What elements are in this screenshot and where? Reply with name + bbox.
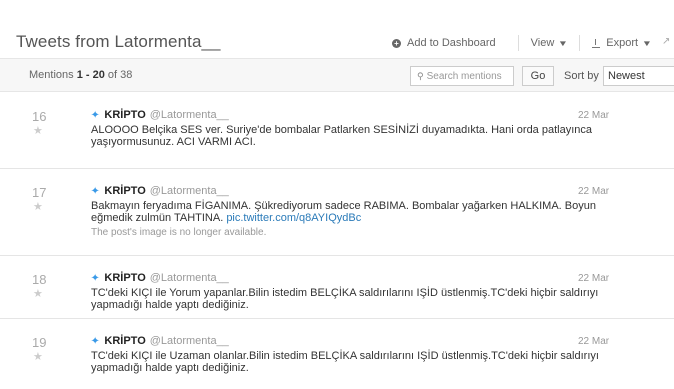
expand-icon[interactable]: ↗ bbox=[662, 36, 670, 47]
mentions-range: 1 - 20 bbox=[76, 69, 105, 81]
list-item: 18 ★ ✦ KRİPTO @Latormenta__ 22 Mar TC'de… bbox=[0, 256, 674, 319]
mentions-count: Mentions 1 - 20 of 38 bbox=[29, 69, 132, 81]
author-handle[interactable]: @Latormenta__ bbox=[150, 185, 229, 197]
author-handle[interactable]: @Latormenta__ bbox=[150, 335, 229, 347]
media-link[interactable]: pic.twitter.com/q8AYIQydBc bbox=[226, 212, 361, 224]
mention-header: ✦ KRİPTO @Latormenta__ bbox=[90, 272, 229, 284]
add-to-dashboard-button[interactable]: + Add to Dashboard bbox=[392, 37, 496, 49]
mention-header: ✦ KRİPTO @Latormenta__ bbox=[90, 109, 229, 121]
list-item: 17 ★ ✦ KRİPTO @Latormenta__ 22 Mar Bakma… bbox=[0, 169, 674, 256]
mention-date[interactable]: 22 Mar bbox=[578, 110, 609, 121]
mention-number: 19 bbox=[32, 335, 47, 350]
mention-date[interactable]: 22 Mar bbox=[578, 273, 609, 284]
sort-select[interactable]: Newest bbox=[603, 66, 674, 86]
mentions-prefix: Mentions bbox=[29, 69, 77, 81]
author-name[interactable]: KRİPTO bbox=[104, 109, 145, 121]
divider bbox=[579, 35, 581, 51]
mention-number: 18 bbox=[32, 272, 47, 287]
star-icon[interactable]: ★ bbox=[33, 287, 43, 300]
export-dropdown[interactable]: Export ▼ bbox=[592, 37, 653, 49]
panel-header: Tweets from Latormenta__ + Add to Dashbo… bbox=[0, 0, 674, 56]
author-handle[interactable]: @Latormenta__ bbox=[150, 109, 229, 121]
mention-text: TC'deki KIÇI ile Yorum yapanlar.Bilin is… bbox=[91, 287, 599, 311]
mention-date[interactable]: 22 Mar bbox=[578, 186, 609, 197]
chevron-down-icon: ▼ bbox=[641, 38, 653, 48]
star-icon[interactable]: ★ bbox=[33, 200, 43, 213]
page-title: Tweets from Latormenta__ bbox=[16, 32, 221, 51]
view-label: View bbox=[530, 37, 555, 49]
mention-text: Bakmayın feryadıma FİGANIMA. Şükrediyoru… bbox=[91, 200, 611, 224]
list-item: 16 ★ ✦ KRİPTO @Latormenta__ 22 Mar ALOOO… bbox=[0, 93, 674, 169]
mentions-toolbar: Mentions 1 - 20 of 38 ⚲ Go Sort by Newes… bbox=[0, 58, 674, 92]
author-handle[interactable]: @Latormenta__ bbox=[150, 272, 229, 284]
author-name[interactable]: KRİPTO bbox=[104, 185, 145, 197]
export-icon bbox=[592, 38, 601, 48]
mention-number: 16 bbox=[32, 109, 47, 124]
mentions-list: 16 ★ ✦ KRİPTO @Latormenta__ 22 Mar ALOOO… bbox=[0, 93, 674, 383]
search-icon: ⚲ bbox=[417, 70, 424, 81]
star-icon[interactable]: ★ bbox=[33, 350, 43, 363]
mention-header: ✦ KRİPTO @Latormenta__ bbox=[90, 335, 229, 347]
mention-text: ALOOOO Belçika SES ver. Suriye'de bombal… bbox=[91, 124, 593, 148]
divider bbox=[517, 35, 519, 51]
mention-date[interactable]: 22 Mar bbox=[578, 336, 609, 347]
add-to-dashboard-label: Add to Dashboard bbox=[407, 37, 496, 49]
mention-text: TC'deki KIÇI ile Uzaman olanlar.Bilin is… bbox=[91, 350, 599, 374]
view-dropdown[interactable]: View ▼ bbox=[530, 37, 569, 49]
plus-circle-icon: + bbox=[392, 38, 401, 48]
search-input[interactable] bbox=[426, 70, 507, 82]
sort-by-label: Sort by bbox=[564, 70, 599, 82]
twitter-bird-icon: ✦ bbox=[90, 335, 101, 347]
list-item: 19 ★ ✦ KRİPTO @Latormenta__ 22 Mar TC'de… bbox=[0, 319, 674, 383]
twitter-bird-icon: ✦ bbox=[90, 185, 101, 197]
star-icon[interactable]: ★ bbox=[33, 124, 43, 137]
mentions-total: of 38 bbox=[104, 69, 133, 81]
twitter-bird-icon: ✦ bbox=[90, 272, 101, 284]
search-box[interactable]: ⚲ bbox=[410, 66, 514, 86]
twitter-bird-icon: ✦ bbox=[90, 109, 101, 121]
header-actions: + Add to Dashboard View ▼ Export ▼ bbox=[392, 35, 653, 51]
export-label: Export bbox=[606, 37, 639, 49]
author-name[interactable]: KRİPTO bbox=[104, 272, 145, 284]
mention-header: ✦ KRİPTO @Latormenta__ bbox=[90, 185, 229, 197]
image-unavailable-note: The post's image is no longer available. bbox=[91, 227, 267, 238]
go-button[interactable]: Go bbox=[522, 66, 554, 86]
mention-number: 17 bbox=[32, 185, 47, 200]
chevron-down-icon: ▼ bbox=[558, 38, 569, 48]
author-name[interactable]: KRİPTO bbox=[104, 335, 145, 347]
